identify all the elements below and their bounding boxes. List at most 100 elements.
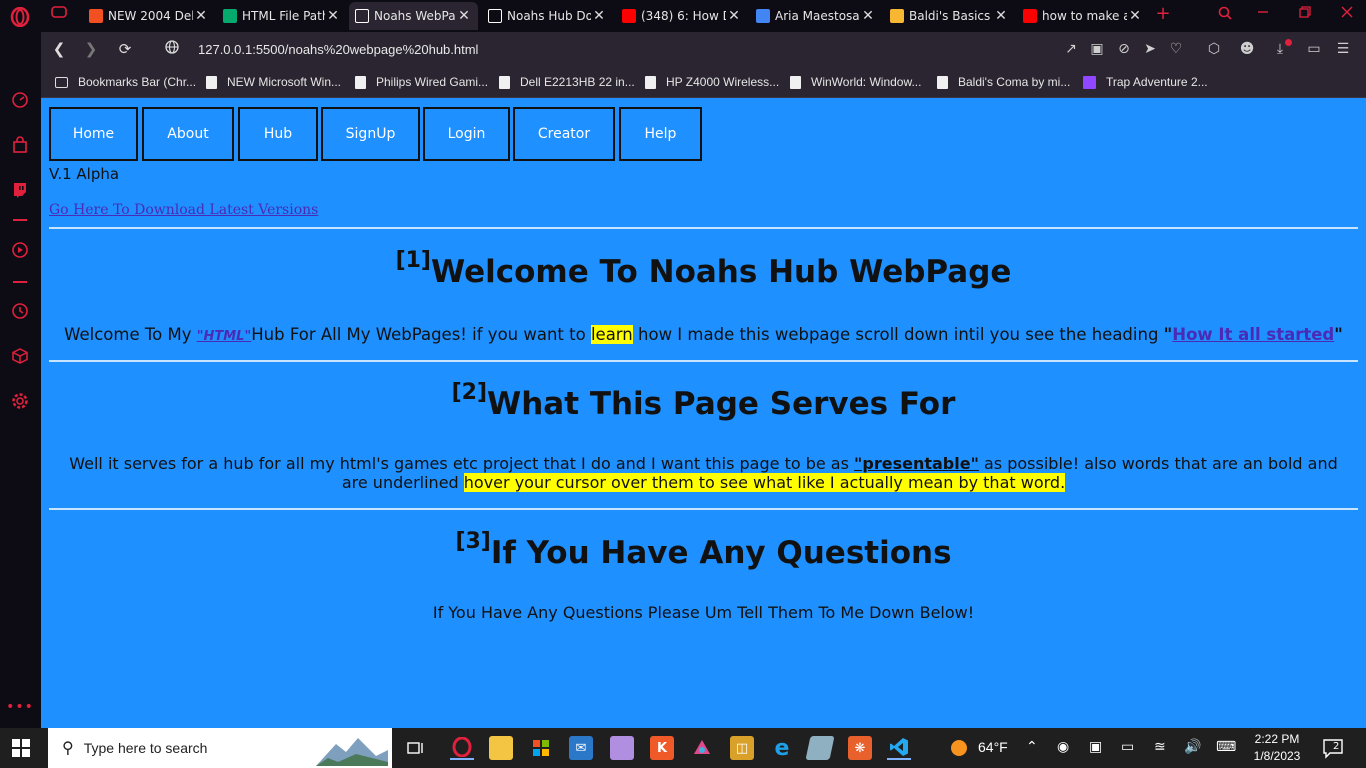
settings-gear-icon[interactable] xyxy=(9,390,31,412)
start-button-windows-icon[interactable] xyxy=(12,739,30,757)
notepad-icon[interactable] xyxy=(805,736,835,760)
clock[interactable]: 2:22 PM 1/8/2023 xyxy=(1252,731,1302,765)
extensions-cube-icon[interactable] xyxy=(9,345,31,367)
browser-tab[interactable]: Noahs WebPag ✕ xyxy=(349,2,478,30)
taskbar-search-box[interactable]: ⚲ Type here to search xyxy=(48,728,392,768)
archive-app-icon[interactable]: ◫ xyxy=(730,736,754,760)
search-tabs-icon[interactable] xyxy=(1215,6,1235,24)
search-highlight-landscape-icon xyxy=(316,732,388,766)
speed-dial-icon[interactable] xyxy=(9,89,31,111)
send-icon[interactable]: ➤ xyxy=(1141,41,1159,57)
history-icon[interactable] xyxy=(9,300,31,322)
internet-explorer-icon[interactable]: e xyxy=(770,736,794,761)
youtube-icon xyxy=(1023,9,1037,23)
notifications-icon[interactable]: 2 xyxy=(1322,737,1344,763)
bookmark-item[interactable]: Philips Wired Gami... xyxy=(355,75,488,89)
forward-button[interactable]: ❯ xyxy=(81,40,101,58)
weather-sun-icon[interactable] xyxy=(947,736,971,760)
bookmark-label: NEW Microsoft Win... xyxy=(227,75,342,89)
battery-icon[interactable]: ▭ xyxy=(1121,739,1134,755)
share-icon[interactable]: ↗ xyxy=(1062,41,1080,57)
browser-tab[interactable]: Baldi's Basics E ✕ xyxy=(884,2,1015,30)
back-button[interactable]: ❮ xyxy=(49,40,69,58)
record-icon[interactable]: ◉ xyxy=(1057,739,1069,755)
battery-saver-icon[interactable]: ▭ xyxy=(1305,41,1323,57)
new-tab-button[interactable]: + xyxy=(1153,3,1173,24)
game-app-icon[interactable] xyxy=(610,736,634,760)
tab-title: (348) 6: How D xyxy=(641,9,726,23)
opera-logo-icon[interactable] xyxy=(9,6,31,28)
reload-button[interactable]: ⟳ xyxy=(115,40,135,58)
tab-title: NEW 2004 Dell xyxy=(108,9,193,23)
bookmark-item[interactable]: HP Z4000 Wireless... xyxy=(645,75,779,89)
bookmark-item[interactable]: Baldi's Coma by mi... xyxy=(937,75,1070,89)
section-3-text: If You Have Any Questions Please Um Tell… xyxy=(432,603,975,622)
nav-button-about[interactable]: About xyxy=(142,107,234,161)
browser-tab[interactable]: Noahs Hub Do ✕ xyxy=(482,2,613,30)
nav-button-home[interactable]: Home xyxy=(49,107,138,161)
bookmark-item[interactable]: Dell E2213HB 22 in... xyxy=(499,75,635,89)
vscode-icon[interactable] xyxy=(887,736,911,760)
restore-button[interactable] xyxy=(1295,6,1315,22)
keyboard-icon[interactable]: ⌨ xyxy=(1216,739,1236,755)
presentable-word[interactable]: "presentable" xyxy=(854,454,979,473)
download-badge-dot xyxy=(1285,39,1292,46)
tab-menu-icon[interactable] xyxy=(49,6,69,22)
cube-icon[interactable]: ⬡ xyxy=(1205,41,1223,57)
account-icon[interactable]: ☻ xyxy=(1238,41,1256,57)
app-k-icon[interactable]: K xyxy=(650,736,674,760)
tab-close-icon[interactable]: ✕ xyxy=(325,8,341,24)
close-window-button[interactable] xyxy=(1337,6,1357,22)
site-info-globe-icon[interactable] xyxy=(162,40,182,58)
easy-setup-icon[interactable]: ☰ xyxy=(1334,41,1352,57)
scratch-icon[interactable]: ❋ xyxy=(848,736,872,760)
minimize-button[interactable] xyxy=(1253,6,1273,22)
section-2-text: Well it serves for a hub for all my html… xyxy=(69,454,1338,492)
html-link[interactable]: "HTML" xyxy=(197,329,252,344)
bookmark-label: Philips Wired Gami... xyxy=(376,75,489,89)
bookmark-item[interactable]: Trap Adventure 2... xyxy=(1083,75,1208,89)
browser-tab[interactable]: how to make a ✕ xyxy=(1017,2,1149,30)
bookmark-item[interactable]: NEW Microsoft Win... xyxy=(206,75,341,89)
camera-icon[interactable]: ▣ xyxy=(1088,41,1106,57)
tab-close-icon[interactable]: ✕ xyxy=(860,8,876,24)
browser-tab[interactable]: HTML File Path ✕ xyxy=(217,2,347,30)
tab-close-icon[interactable]: ✕ xyxy=(1127,8,1143,24)
show-hidden-icons-chevron-icon[interactable]: ⌃ xyxy=(1026,739,1038,755)
tab-close-icon[interactable]: ✕ xyxy=(193,8,209,24)
twitch-icon[interactable] xyxy=(9,179,31,201)
url-field[interactable]: 127.0.0.1:5500/noahs%20webpage%20hub.htm… xyxy=(198,42,478,57)
browser-tab[interactable]: Aria Maestosa ✕ xyxy=(750,2,882,30)
heart-icon[interactable]: ♡ xyxy=(1167,41,1185,57)
tab-close-icon[interactable]: ✕ xyxy=(591,8,607,24)
paint-icon[interactable] xyxy=(690,736,714,760)
weather-temp[interactable]: 64°F xyxy=(978,739,1008,755)
microsoft-store-icon[interactable] xyxy=(529,736,553,760)
volume-icon[interactable]: 🔊 xyxy=(1184,739,1201,755)
browser-tab[interactable]: NEW 2004 Dell ✕ xyxy=(83,2,215,30)
shopping-bag-icon[interactable] xyxy=(9,134,31,156)
nav-button-hub[interactable]: Hub xyxy=(238,107,318,161)
tab-close-icon[interactable]: ✕ xyxy=(456,8,472,24)
player-icon[interactable] xyxy=(9,239,31,261)
nav-button-signup[interactable]: SignUp xyxy=(321,107,420,161)
mail-icon[interactable]: ✉ xyxy=(569,736,593,760)
adblock-icon[interactable]: ⊘ xyxy=(1115,41,1133,57)
wifi-icon[interactable]: ≊ xyxy=(1154,739,1166,755)
tab-close-icon[interactable]: ✕ xyxy=(993,8,1009,24)
file-explorer-icon[interactable] xyxy=(489,736,513,760)
bookmark-item[interactable]: Bookmarks Bar (Chr... xyxy=(55,75,196,89)
opera-taskbar-icon[interactable] xyxy=(450,736,474,760)
nav-button-help[interactable]: Help xyxy=(619,107,702,161)
task-view-icon[interactable] xyxy=(404,736,428,760)
nav-button-creator[interactable]: Creator xyxy=(513,107,615,161)
tab-close-icon[interactable]: ✕ xyxy=(726,8,742,24)
download-latest-link[interactable]: Go Here To Download Latest Versions xyxy=(49,202,318,218)
more-icon[interactable]: ••• xyxy=(6,696,33,718)
nav-button-login[interactable]: Login xyxy=(423,107,510,161)
bookmark-item[interactable]: WinWorld: Window... xyxy=(790,75,921,89)
browser-tab[interactable]: (348) 6: How D ✕ xyxy=(616,2,748,30)
divider xyxy=(49,360,1358,362)
camera-tray-icon[interactable]: ▣ xyxy=(1089,739,1102,755)
how-it-all-started-link[interactable]: How It all started xyxy=(1172,325,1334,344)
